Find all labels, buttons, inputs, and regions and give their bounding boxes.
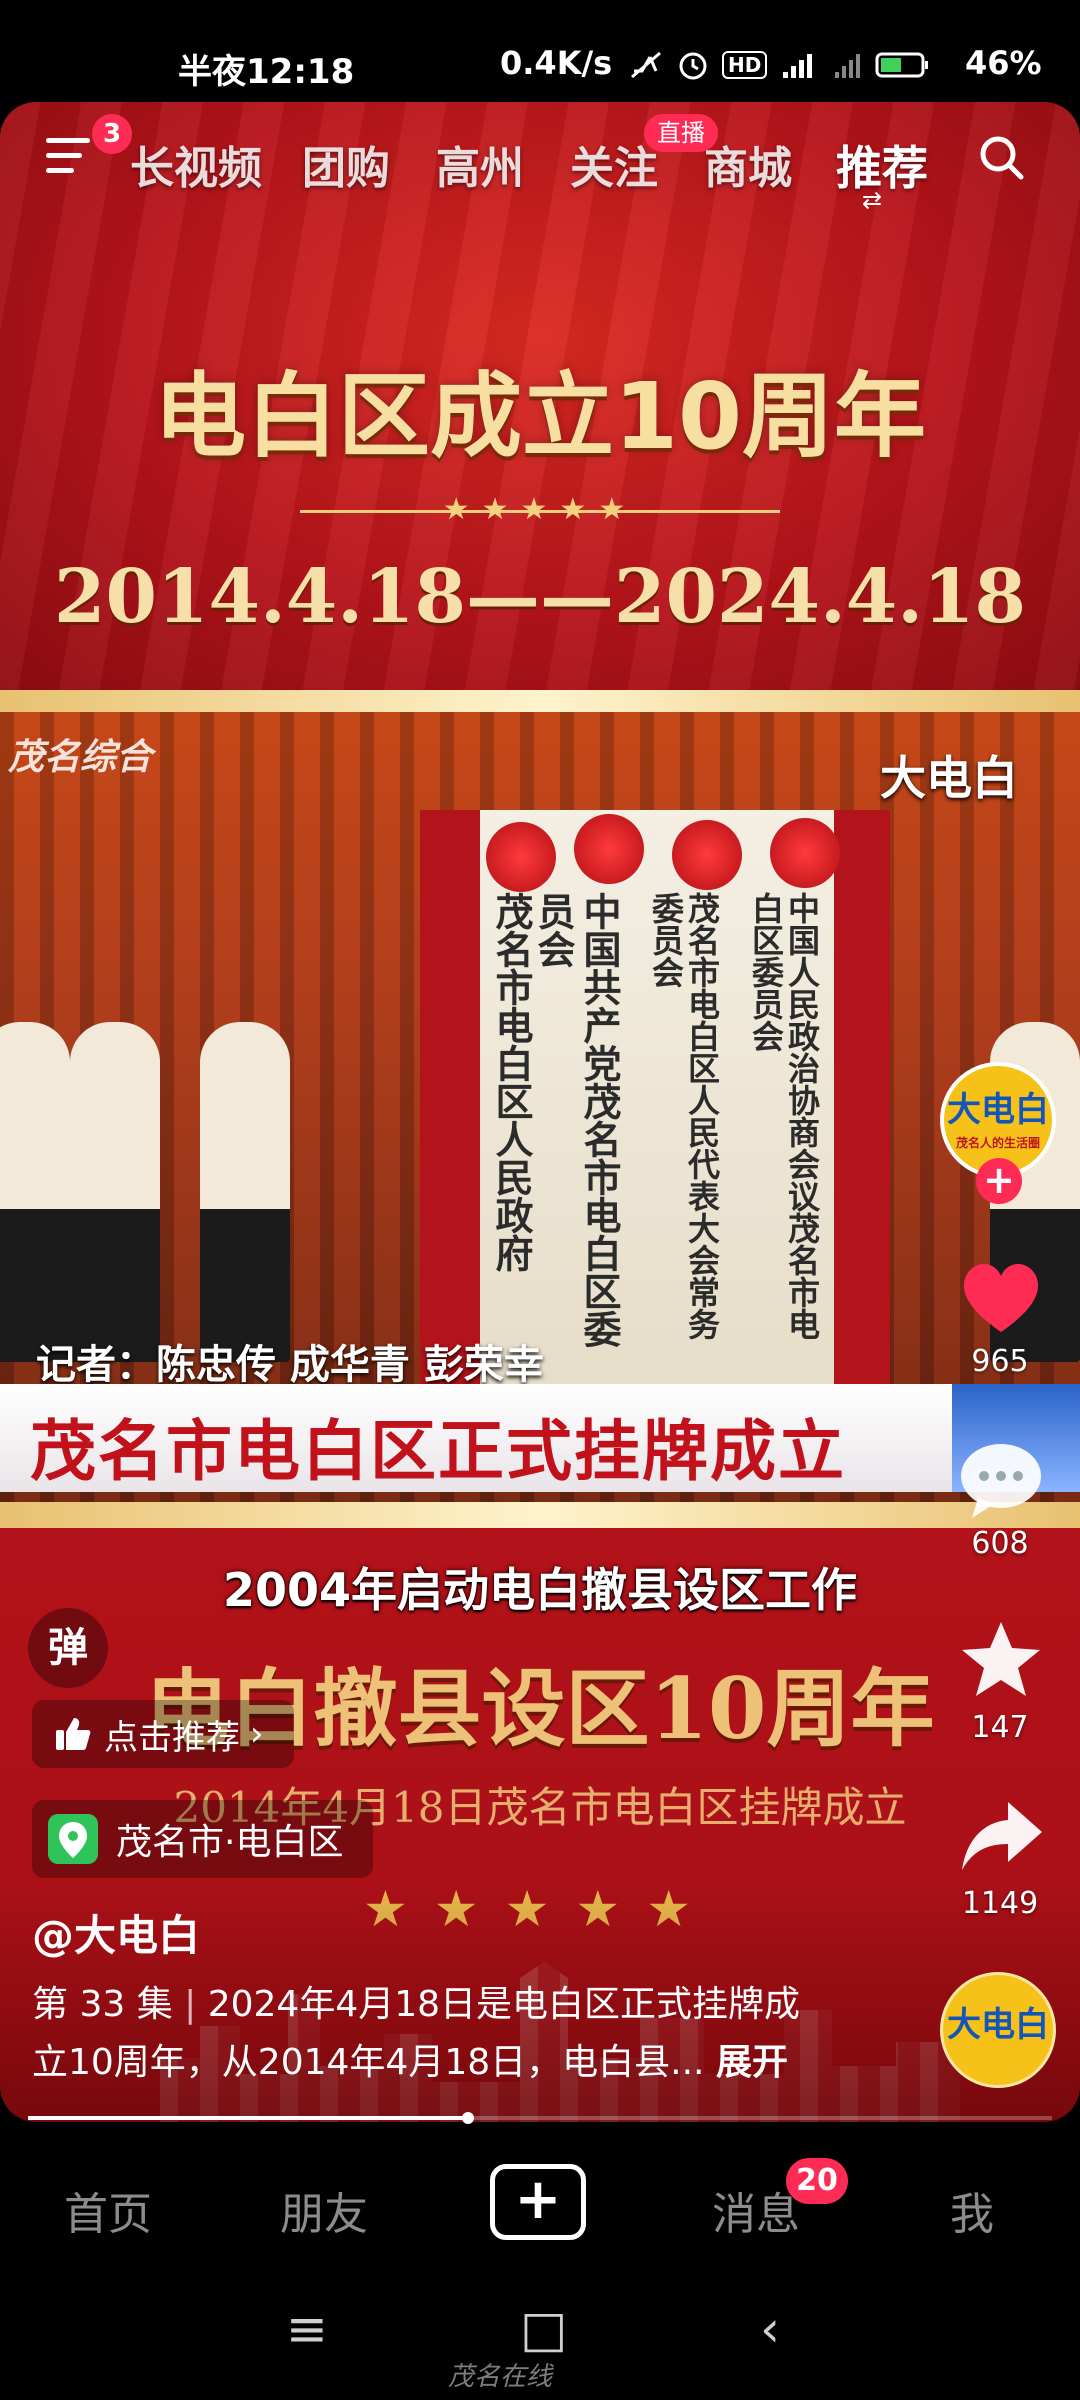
ribbon-flower xyxy=(574,814,644,884)
follow-button[interactable]: + xyxy=(976,1158,1022,1204)
mute-icon xyxy=(631,51,661,79)
tab-mall[interactable]: 商城 xyxy=(704,132,792,196)
swap-icon: ⇄ xyxy=(862,186,883,214)
ribbon-flower xyxy=(486,822,556,892)
thumbs-up-icon xyxy=(56,1718,91,1750)
share-count: 1149 xyxy=(961,1886,1039,1921)
comment-icon[interactable] xyxy=(956,1436,1046,1526)
signal-icon xyxy=(834,54,860,78)
signal-5g-icon xyxy=(783,54,813,78)
favorite-count: 147 xyxy=(971,1710,1029,1745)
banner-stars: ★★★★★ xyxy=(442,492,638,527)
network-speed: 0.4K/s xyxy=(500,44,613,82)
alarm-icon xyxy=(679,52,707,80)
tab-friends[interactable]: 朋友 xyxy=(280,2178,368,2242)
banner-dates: 2014.4.18——2024.4.18 xyxy=(54,554,1026,640)
video-description[interactable]: 第 33 集 | 2024年4月18日是电白区正式挂牌成 立10周年，从2014… xyxy=(32,1976,862,2092)
status-icons: HD xyxy=(628,48,929,82)
watermark: 大电白 xyxy=(880,751,1018,805)
recommend-label: 点击推荐 xyxy=(104,1717,240,1758)
location-label: 茂名市·电白区 xyxy=(116,1822,344,1863)
plaque-text: 茂名市电白区人民代表大会常务委员会 xyxy=(647,892,721,1340)
location-chip[interactable]: 茂名市·电白区 xyxy=(32,1800,374,1878)
menu-badge: 3 xyxy=(92,114,132,154)
plaque-text: 中国人民政治协商会议茂名市电白区委员会 xyxy=(747,892,821,1340)
create-button[interactable]: + xyxy=(490,2164,586,2240)
tab-following[interactable]: 关注 xyxy=(570,132,658,196)
author-name[interactable]: @大电白 xyxy=(32,1902,200,1963)
tab-home[interactable]: 首页 xyxy=(64,2178,152,2242)
comment-count: 608 xyxy=(971,1526,1029,1561)
battery-percent: 46% xyxy=(965,44,1042,82)
officials-group xyxy=(0,962,330,1362)
menu-icon[interactable] xyxy=(46,138,94,174)
reporters-caption: 记者：陈忠传 成华青 彭荣幸 xyxy=(36,1342,544,1388)
plaque-text: 茂名市电白区人民政府 xyxy=(489,892,534,1272)
tab-group-buy[interactable]: 团购 xyxy=(302,132,390,196)
danmu-toggle[interactable]: 弹 xyxy=(28,1608,108,1688)
avatar-text: 大电白 xyxy=(947,1090,1049,1130)
location-pin-icon xyxy=(48,1814,98,1864)
channel-logo: 茂名综合 xyxy=(8,737,153,778)
back-button[interactable]: ‹ xyxy=(760,2300,780,2358)
music-disc[interactable]: 大电白 xyxy=(940,1972,1056,2088)
plaque-text: 中国共产党茂名市电白区委员会 xyxy=(531,892,622,1348)
home-button[interactable]: □ xyxy=(520,2300,567,2358)
tab-gaozhou[interactable]: 高州 xyxy=(436,132,524,196)
progress-fill xyxy=(28,2116,469,2120)
search-icon[interactable] xyxy=(978,134,1024,180)
photo-border-top xyxy=(0,690,1080,714)
photo-border-bottom xyxy=(0,1502,1080,1528)
site-watermark: 茂名在线 xyxy=(448,2362,553,2392)
messages-badge: 20 xyxy=(786,2158,848,2204)
hd-icon: HD xyxy=(721,51,768,79)
avatar-subtext: 茂名人的生活圈 xyxy=(955,1136,1040,1150)
tab-long-video[interactable]: 长视频 xyxy=(130,132,262,196)
recommend-chip[interactable]: 点击推荐 › xyxy=(32,1700,294,1768)
favorite-icon[interactable] xyxy=(956,1616,1046,1706)
description-line-2: 立10周年，从2014年4月18日，电白县... xyxy=(32,2042,705,2083)
like-icon[interactable] xyxy=(956,1252,1046,1342)
share-icon[interactable] xyxy=(956,1792,1046,1882)
banner-title: 电白区成立10周年 xyxy=(153,363,927,470)
ribbon-flower xyxy=(770,818,840,888)
description-line-1: 2024年4月18日是电白区正式挂牌成 xyxy=(207,1984,801,2025)
progress-handle[interactable] xyxy=(462,2112,475,2124)
ribbon-flower xyxy=(672,820,742,890)
episode-label[interactable]: 第 33 集 xyxy=(32,1984,173,2025)
status-time: 半夜12:18 xyxy=(178,52,355,92)
video-subtitle: 2004年启动电白撤县设区工作 xyxy=(222,1563,858,1617)
battery-icon xyxy=(875,52,929,78)
chevron-right-icon: › xyxy=(250,1714,264,1754)
recents-button[interactable]: ≡ xyxy=(286,2300,328,2358)
lower-third-text: 茂名市电白区正式挂牌成立 xyxy=(30,1413,846,1490)
like-count: 965 xyxy=(971,1344,1029,1379)
tab-me[interactable]: 我 xyxy=(950,2178,994,2242)
expand-button[interactable]: 展开 xyxy=(716,2042,788,2083)
